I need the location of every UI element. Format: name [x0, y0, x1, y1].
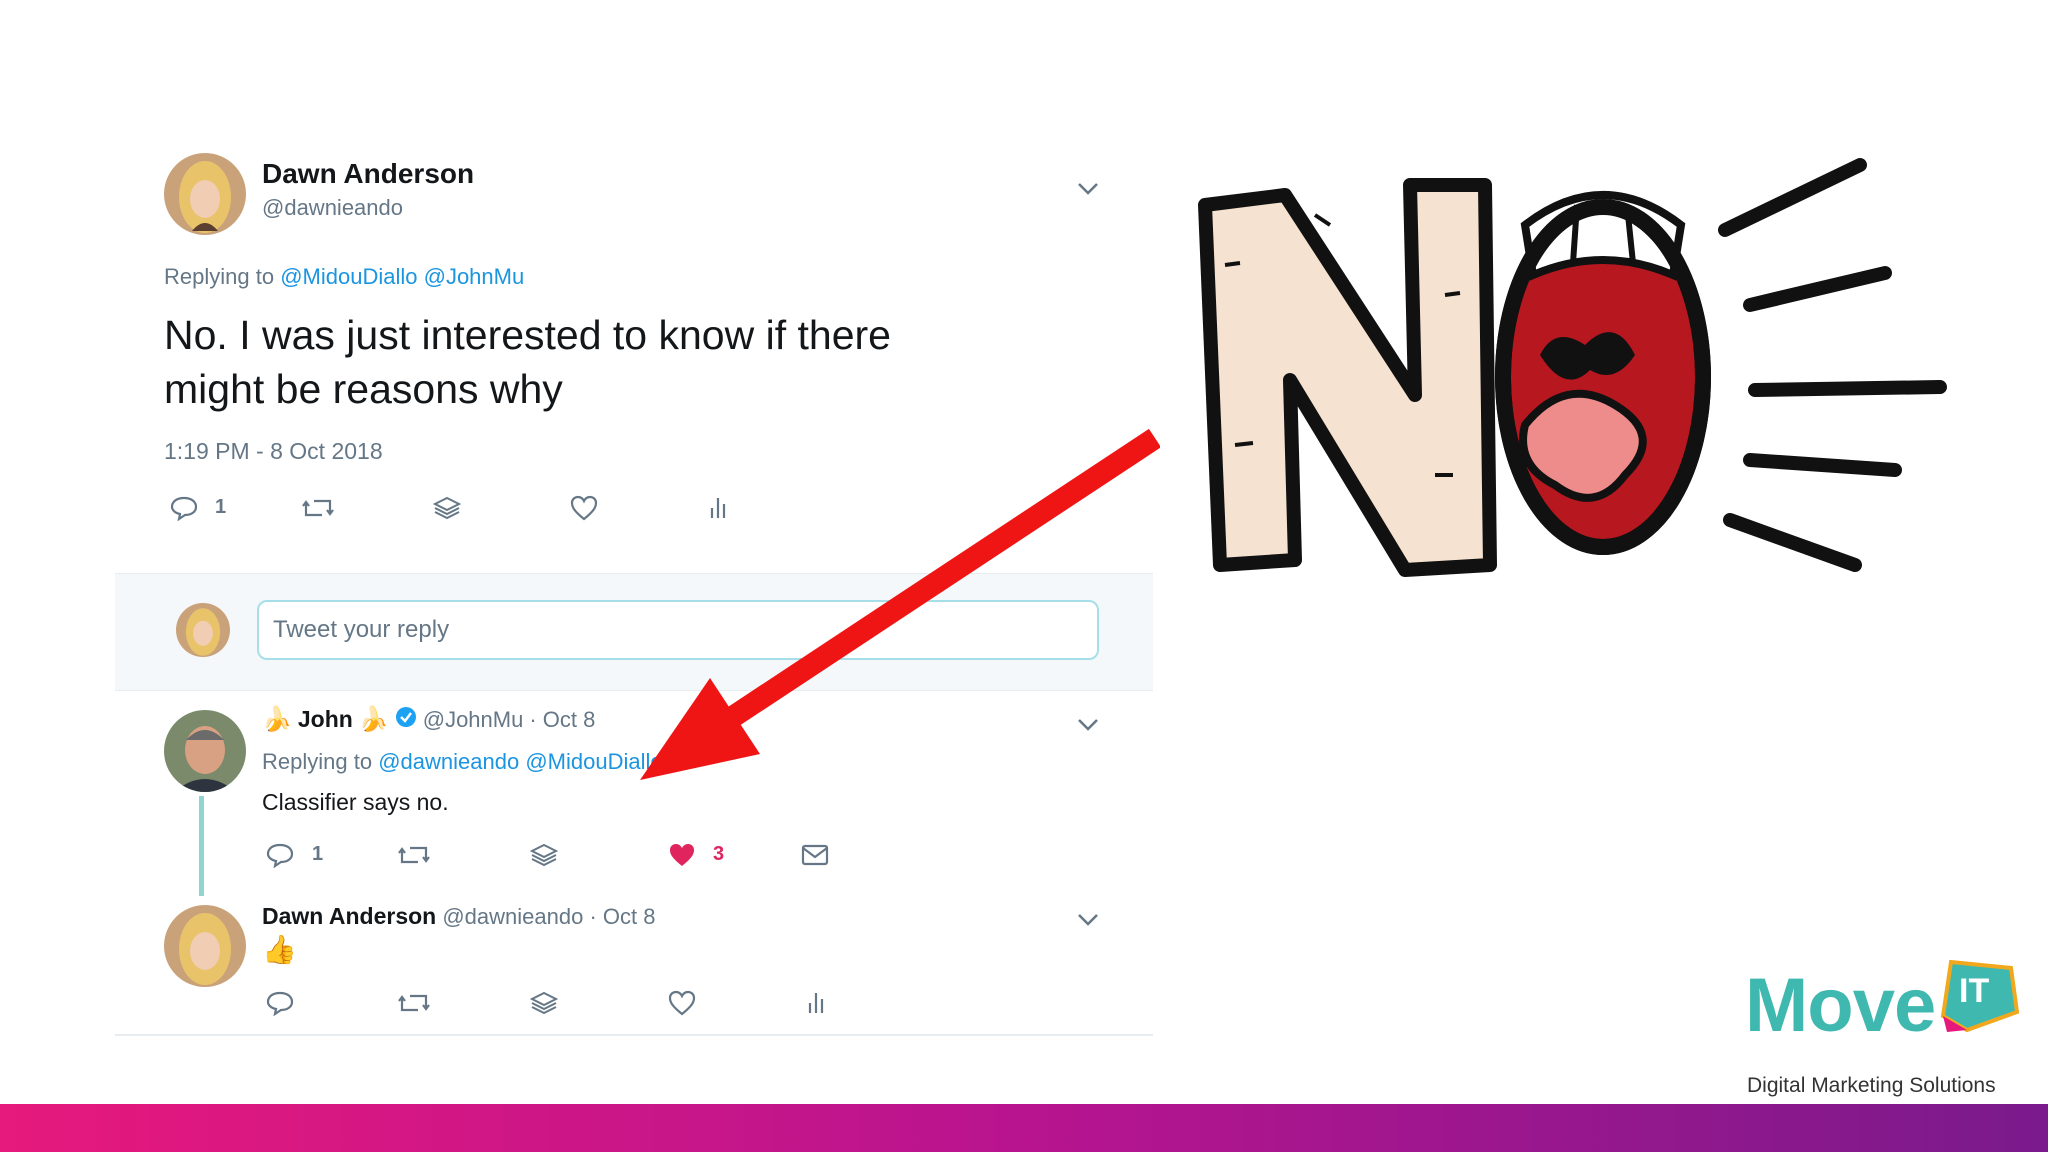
- mention-link[interactable]: @JohnMu: [424, 264, 525, 289]
- chevron-down-icon[interactable]: [1077, 913, 1099, 927]
- liked-heart-icon[interactable]: [668, 842, 696, 868]
- layers-icon[interactable]: [530, 842, 558, 868]
- like-icon[interactable]: [668, 990, 696, 1016]
- retweet-icon[interactable]: [398, 843, 430, 867]
- reply-author-name[interactable]: John: [298, 706, 353, 733]
- reply-author-avatar[interactable]: [164, 905, 246, 987]
- retweet-icon[interactable]: [302, 496, 334, 520]
- layers-icon[interactable]: [433, 495, 461, 521]
- thread-line: [199, 796, 204, 896]
- author-name[interactable]: Dawn Anderson: [262, 158, 474, 190]
- chevron-down-icon[interactable]: [1077, 182, 1099, 196]
- reply-author-avatar[interactable]: [164, 710, 246, 792]
- thumbs-up-emoji: 👍: [262, 934, 297, 965]
- no-cartoon-graphic: [1195, 145, 1955, 590]
- mention-link[interactable]: @MidouDiallo: [280, 264, 417, 289]
- reply-author-handle[interactable]: @dawnieando: [442, 904, 583, 929]
- logo-badge: IT: [1937, 958, 2020, 1036]
- tweet-text-line: No. I was just interested to know if the…: [164, 312, 891, 358]
- reply-author-handle[interactable]: @JohnMu: [423, 707, 524, 733]
- reply-count: 1: [312, 843, 324, 865]
- move-it-logo: Move IT Digital Marketing Solutions: [1745, 959, 2035, 1098]
- like-count: 3: [713, 843, 725, 865]
- divider: [115, 1034, 1153, 1036]
- replying-label: Replying to: [164, 264, 275, 289]
- logo-tagline: Digital Marketing Solutions: [1747, 1074, 1996, 1097]
- author-avatar[interactable]: [164, 153, 246, 235]
- reply-text: Classifier says no.: [262, 789, 449, 815]
- author-handle[interactable]: @dawnieando: [262, 195, 403, 221]
- tweet-text-line: might be reasons why: [164, 366, 563, 412]
- reply-header: Dawn Anderson @dawnieando · Oct 8: [262, 903, 655, 930]
- red-arrow-graphic: [620, 420, 1162, 785]
- current-user-avatar: [176, 603, 230, 657]
- banana-emoji-icon: 🍌: [262, 706, 292, 733]
- replying-label: Replying to: [262, 749, 373, 774]
- tweet-text: No. I was just interested to know if the…: [164, 308, 891, 416]
- replying-to: Replying to @MidouDiallo @JohnMu: [164, 264, 524, 290]
- verified-badge-icon: [395, 706, 417, 734]
- logo-badge-text: IT: [1959, 972, 1990, 1010]
- reply-header: 🍌 John 🍌 @JohnMu · Oct 8: [262, 705, 595, 734]
- retweet-icon[interactable]: [398, 991, 430, 1015]
- reply-icon[interactable]: [266, 990, 294, 1016]
- reply-author-name[interactable]: Dawn Anderson: [262, 903, 436, 929]
- reply-icon[interactable]: [266, 842, 294, 868]
- reply-date[interactable]: · Oct 8: [589, 904, 655, 929]
- layers-icon[interactable]: [530, 990, 558, 1016]
- footer-gradient-bar: [0, 1104, 2048, 1152]
- replying-to: Replying to @dawnieando @MidouDiallo: [262, 749, 663, 775]
- like-icon[interactable]: [570, 495, 598, 521]
- analytics-icon[interactable]: [806, 991, 826, 1015]
- reply-date[interactable]: · Oct 8: [529, 707, 595, 733]
- banana-emoji-icon: 🍌: [358, 706, 389, 733]
- logo-word: Move: [1745, 963, 1936, 1048]
- reply-icon[interactable]: [170, 495, 198, 521]
- mention-link[interactable]: @dawnieando: [378, 749, 519, 774]
- reply-count: 1: [215, 496, 227, 518]
- direct-message-icon[interactable]: [801, 844, 829, 866]
- tweet-timestamp[interactable]: 1:19 PM - 8 Oct 2018: [164, 438, 383, 465]
